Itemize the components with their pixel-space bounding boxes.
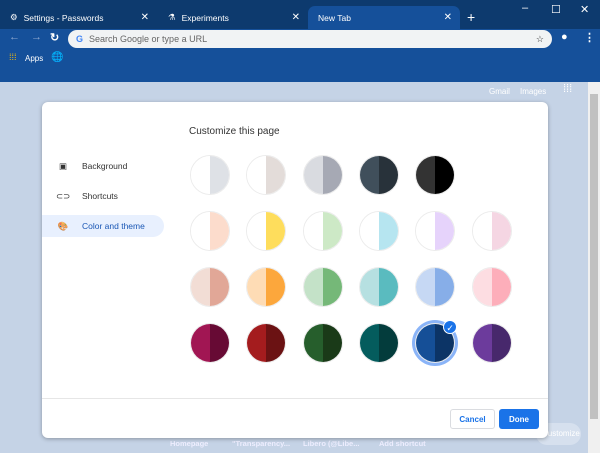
tab-strip: ⚙ Settings - Passwords ✕ ⚗ Experiments ✕ New…	[0, 0, 600, 29]
shortcut-libero[interactable]: Libero (@Libe...	[303, 439, 359, 448]
color-swatch[interactable]	[302, 323, 343, 363]
images-link[interactable]: Images	[520, 87, 546, 96]
color-swatch[interactable]	[415, 155, 456, 195]
color-swatch[interactable]	[246, 155, 287, 195]
close-window-icon[interactable]: ✕	[580, 3, 589, 16]
tab-new-tab[interactable]: New Tab ✕	[308, 6, 460, 29]
color-swatch[interactable]	[246, 323, 287, 363]
forward-icon[interactable]: →	[31, 31, 42, 43]
color-swatch[interactable]	[358, 211, 399, 251]
google-icon: G	[76, 34, 84, 44]
shortcut-transparency[interactable]: "Transparency...	[232, 439, 290, 448]
shortcut-homepage[interactable]: Homepage	[170, 439, 208, 448]
add-shortcut[interactable]: Add shortcut	[379, 439, 426, 448]
back-icon[interactable]: ←	[9, 31, 20, 43]
close-tab-icon[interactable]: ✕	[292, 12, 300, 23]
apps-bookmark[interactable]: Apps	[25, 54, 43, 63]
dialog-title: Customize this page	[189, 126, 280, 137]
new-tab-icon[interactable]: +	[467, 9, 475, 25]
color-swatch[interactable]	[190, 211, 230, 251]
nav-color-and-theme[interactable]: 🎨 Color and theme	[42, 215, 164, 237]
menu-icon[interactable]: ⋮	[584, 31, 595, 44]
customize-dialog: Customize this page ▣ Background ⊂⊃ Shortc…	[42, 102, 548, 438]
color-swatch[interactable]	[358, 267, 399, 307]
toolbar: ← → ↻ G Search Google or type a URL ☆ ● ⋮ …	[0, 29, 600, 82]
flask-icon: ⚗	[168, 12, 176, 22]
color-swatch[interactable]	[471, 211, 512, 251]
check-icon: ✓	[443, 320, 458, 334]
gmail-link[interactable]: Gmail	[489, 87, 510, 96]
color-swatch[interactable]	[190, 267, 230, 307]
scrollbar[interactable]	[588, 82, 600, 453]
color-swatch[interactable]	[190, 323, 230, 363]
profile-icon[interactable]: ●	[561, 31, 568, 43]
color-swatch[interactable]	[471, 267, 512, 307]
maximize-icon[interactable]: ☐	[551, 3, 561, 16]
color-swatch[interactable]	[246, 211, 287, 251]
cancel-button[interactable]: Cancel	[450, 409, 495, 429]
color-swatch[interactable]	[302, 267, 343, 307]
color-swatch[interactable]	[302, 155, 343, 195]
color-swatch[interactable]	[190, 155, 230, 195]
minimize-icon[interactable]: –	[522, 2, 528, 14]
close-tab-icon[interactable]: ✕	[444, 12, 452, 23]
omnibox[interactable]: G Search Google or type a URL ☆	[68, 30, 552, 48]
palette-icon: 🎨	[57, 220, 69, 231]
link-icon: ⊂⊃	[56, 190, 71, 201]
reload-icon[interactable]: ↻	[50, 31, 59, 44]
divider	[42, 398, 548, 399]
color-swatch[interactable]	[358, 155, 399, 195]
tab-settings-passwords[interactable]: ⚙ Settings - Passwords ✕	[0, 6, 157, 29]
gear-icon: ⚙	[10, 12, 18, 22]
apps-icon: ⁞⁞⁞	[9, 52, 17, 62]
color-swatch[interactable]	[415, 267, 456, 307]
star-icon[interactable]: ☆	[536, 34, 544, 45]
color-swatch[interactable]	[471, 323, 512, 363]
nav-background[interactable]: ▣ Background	[42, 155, 164, 177]
globe-icon[interactable]: 🌐	[51, 52, 63, 63]
color-swatch[interactable]	[246, 267, 287, 307]
tab-experiments[interactable]: ⚗ Experiments ✕	[158, 6, 308, 29]
color-swatch[interactable]	[302, 211, 343, 251]
done-button[interactable]: Done	[499, 409, 539, 429]
color-swatch[interactable]	[415, 211, 456, 251]
nav-shortcuts[interactable]: ⊂⊃ Shortcuts	[42, 185, 164, 207]
color-swatch[interactable]	[358, 323, 399, 363]
google-apps-icon[interactable]: ⁞⁞⁞	[563, 83, 572, 95]
image-icon: ▣	[58, 160, 68, 171]
close-tab-icon[interactable]: ✕	[141, 12, 149, 23]
